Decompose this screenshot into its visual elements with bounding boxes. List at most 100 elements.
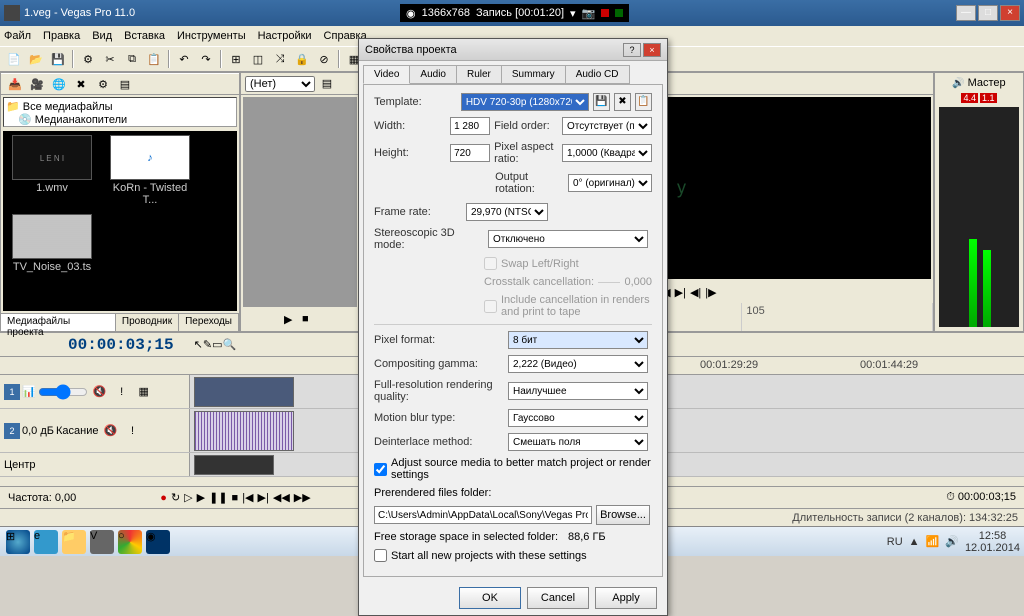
goto-start-icon[interactable]: |◀	[242, 491, 253, 504]
rec-icon[interactable]: ●	[160, 492, 167, 504]
prev-frame-icon[interactable]: ◀◀	[273, 491, 290, 504]
redo-icon[interactable]: ↷	[196, 49, 216, 69]
renderquality-select[interactable]: Наилучшее	[508, 382, 648, 400]
menu-options[interactable]: Настройки	[258, 30, 312, 42]
trimmer-icon[interactable]: ▤	[317, 74, 337, 94]
tab-audiocd[interactable]: Audio CD	[565, 65, 630, 84]
thumb-item[interactable]: L E N I1.wmv	[7, 135, 97, 206]
start-button[interactable]: ⊞	[6, 530, 30, 554]
lang-indicator[interactable]: RU	[887, 536, 903, 548]
open-icon[interactable]: 📂	[26, 49, 46, 69]
browse-button[interactable]: Browse...	[596, 505, 650, 525]
par-select[interactable]: 1,0000 (Квадрат)	[562, 144, 652, 162]
goto-end-icon[interactable]: ▶|	[675, 286, 686, 299]
template-select[interactable]: HDV 720-30p (1280x720, 29,970 кадр/с)	[461, 93, 589, 111]
menu-file[interactable]: Файл	[4, 30, 31, 42]
video-clip[interactable]	[194, 377, 294, 407]
play-start-icon[interactable]: ▷	[184, 491, 192, 504]
track-solo-icon[interactable]: !	[112, 382, 132, 402]
tool-zoom-icon[interactable]: 🔍	[222, 338, 236, 351]
trim-play-icon[interactable]: ▶	[284, 313, 298, 327]
goto-end-icon[interactable]: ▶|	[258, 491, 269, 504]
paste-icon[interactable]: 📋	[144, 49, 164, 69]
ignore-icon[interactable]: ⊘	[314, 49, 334, 69]
pause-icon[interactable]: ❚❚	[209, 491, 227, 504]
media-tree[interactable]: 📁 Все медиафайлы 💿 Медианакопители	[3, 97, 237, 127]
template-delete-icon[interactable]: ✖	[614, 93, 631, 111]
tray-flag-icon[interactable]: ▲	[909, 536, 920, 548]
media-props-icon[interactable]: ⚙	[93, 74, 113, 94]
height-input[interactable]	[450, 144, 490, 162]
track-slider[interactable]	[38, 384, 88, 400]
undo-icon[interactable]: ↶	[174, 49, 194, 69]
snap-icon[interactable]: ⊞	[226, 49, 246, 69]
thumb-item[interactable]: TV_Noise_03.ts	[7, 214, 97, 273]
track-header[interactable]: 2 0,0 дБ Касание 🔇 !	[0, 409, 190, 452]
audio-clip[interactable]	[194, 411, 294, 451]
ie-icon[interactable]: e	[34, 530, 58, 554]
width-input[interactable]	[450, 117, 490, 135]
tool-normal-icon[interactable]: ↖	[194, 338, 203, 351]
tab-audio[interactable]: Audio	[409, 65, 457, 84]
menu-insert[interactable]: Вставка	[124, 30, 165, 42]
framerate-select[interactable]: 29,970 (NTSC)	[466, 203, 548, 221]
stop-icon[interactable]: ■	[232, 492, 239, 504]
trim-stop-icon[interactable]: ■	[302, 313, 316, 327]
menu-view[interactable]: Вид	[92, 30, 112, 42]
new-icon[interactable]: 📄	[4, 49, 24, 69]
autocross-icon[interactable]: ⤨	[270, 49, 290, 69]
loop-icon[interactable]: ↻	[171, 491, 180, 504]
save-icon[interactable]: 💾	[48, 49, 68, 69]
tab-explorer[interactable]: Проводник	[116, 314, 179, 331]
stereo3d-select[interactable]: Отключено	[488, 230, 648, 248]
chrome-icon[interactable]: ○	[118, 530, 142, 554]
dialog-close-icon[interactable]: ×	[643, 43, 661, 57]
media-get-icon[interactable]: 🌐	[49, 74, 69, 94]
track-fx-icon[interactable]: ▦	[134, 382, 154, 402]
dialog-help-icon[interactable]: ?	[623, 43, 641, 57]
tab-media[interactable]: Медиафайлы проекта	[1, 314, 116, 331]
tab-transitions[interactable]: Переходы	[179, 314, 239, 331]
tray-vol-icon[interactable]: 🔊	[945, 535, 959, 548]
cancel-button[interactable]: Cancel	[527, 587, 589, 609]
prerender-path-input[interactable]	[374, 506, 592, 524]
next-frame-icon[interactable]: |▶	[705, 286, 716, 299]
motionblur-select[interactable]: Гауссово	[508, 409, 648, 427]
gamma-select[interactable]: 2,222 (Видео)	[508, 355, 648, 373]
apply-button[interactable]: Apply	[595, 587, 657, 609]
track-mute-icon[interactable]: 🔇	[100, 421, 120, 441]
deinterlace-select[interactable]: Смешать поля	[508, 433, 648, 451]
fieldorder-select[interactable]: Отсутствует (прогрессивная)	[562, 117, 652, 135]
tool-env-icon[interactable]: ✎	[203, 338, 212, 351]
timecode-display[interactable]: 00:00:03;15	[68, 336, 174, 354]
properties-icon[interactable]: ⚙	[78, 49, 98, 69]
ripple-icon[interactable]: ◫	[248, 49, 268, 69]
template-save-icon[interactable]: 💾	[593, 93, 610, 111]
media-view-icon[interactable]: ▤	[115, 74, 135, 94]
minimize-button[interactable]: —	[956, 5, 976, 21]
trimmer-select[interactable]: (Нет)	[245, 76, 315, 92]
track-header[interactable]: Центр	[0, 453, 190, 476]
media-import-icon[interactable]: 📥	[5, 74, 25, 94]
track-header[interactable]: 1 📊 🔇 ! ▦	[0, 375, 190, 408]
media-capture-icon[interactable]: 🎥	[27, 74, 47, 94]
play-icon[interactable]: ▶	[197, 491, 205, 504]
track-mute-icon[interactable]: 🔇	[90, 382, 110, 402]
vegas-icon[interactable]: V	[90, 530, 114, 554]
camtasia-icon[interactable]: ◉	[146, 530, 170, 554]
media-remove-icon[interactable]: ✖	[71, 74, 91, 94]
tool-select-icon[interactable]: ▭	[212, 338, 222, 351]
track-level-icon[interactable]: 📊	[22, 385, 36, 398]
thumb-item[interactable]: ♪KoRn - Twisted T...	[105, 135, 195, 206]
pixelformat-select[interactable]: 8 бит	[508, 331, 648, 349]
clip[interactable]	[194, 455, 274, 475]
tab-ruler[interactable]: Ruler	[456, 65, 502, 84]
adjust-media-checkbox[interactable]	[374, 463, 387, 476]
explorer-icon[interactable]: 📁	[62, 530, 86, 554]
tab-video[interactable]: Video	[363, 65, 410, 84]
next-frame-icon[interactable]: ▶▶	[294, 491, 311, 504]
close-button[interactable]: ×	[1000, 5, 1020, 21]
track-solo-icon[interactable]: !	[122, 421, 142, 441]
start-all-checkbox[interactable]	[374, 549, 387, 562]
menu-tools[interactable]: Инструменты	[177, 30, 246, 42]
